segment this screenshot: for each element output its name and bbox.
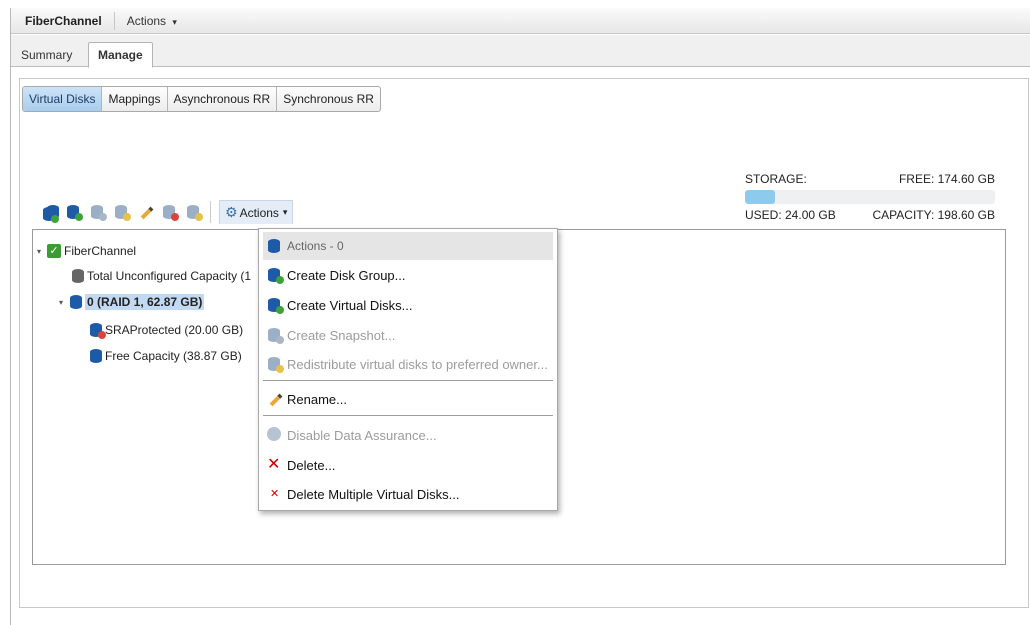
menu-create-snapshot[interactable]: Create Snapshot... [263, 321, 553, 349]
page-tabs: Summary Manage [11, 35, 1030, 68]
menu-label: Redistribute virtual disks to preferred … [287, 356, 548, 372]
pencil-icon [267, 391, 285, 407]
storage-used: USED: 24.00 GB [745, 208, 836, 222]
disable-data-assurance-icon [267, 427, 285, 443]
tree-label-root: FiberChannel [64, 244, 137, 258]
menu-create-virtual-disks[interactable]: Create Virtual Disks... [263, 291, 553, 319]
create-virtual-disks-icon[interactable] [66, 204, 83, 221]
sub-tabs: Virtual Disks Mappings Asynchronous RR S… [22, 86, 381, 112]
tree-node-free-capacity[interactable]: Free Capacity (38.87 GB) [89, 348, 242, 364]
tab-synchronous-rr[interactable]: Synchronous RR [277, 87, 380, 111]
menu-separator [263, 380, 553, 381]
disable-data-assurance-icon[interactable] [162, 204, 179, 221]
menu-label: Create Virtual Disks... [287, 297, 413, 313]
menu-rename[interactable]: Rename... [263, 385, 553, 413]
create-snapshot-icon [267, 327, 285, 344]
create-disk-group-icon [267, 267, 285, 284]
tab-manage[interactable]: Manage [88, 42, 153, 68]
storage-gauge [745, 190, 995, 204]
storage-gauge-fill [745, 190, 776, 204]
tree-node-virtual-disk[interactable]: SRAProtected (20.00 GB) [89, 322, 244, 339]
disk-group-icon [69, 294, 83, 310]
tree-label-unconfigured: Total Unconfigured Capacity (1 [87, 269, 252, 283]
delete-multiple-icon [267, 486, 285, 502]
create-snapshot-icon[interactable] [90, 204, 107, 221]
delete-icon[interactable] [186, 204, 203, 221]
tree-label-free-capacity: Free Capacity (38.87 GB) [105, 349, 242, 363]
storage-summary: STORAGE: FREE: 174.60 GB USED: 24.00 GB … [745, 172, 995, 222]
virtual-disk-icon [89, 322, 106, 339]
actions-dropdown-menu: Actions - 0 Create Disk Group... Create … [258, 228, 558, 511]
toolbar-actions-button[interactable]: ⚙ Actions ▾ [219, 200, 294, 224]
virtual-disks-toolbar: ⚙ Actions ▾ [42, 198, 294, 226]
title-bar: FiberChannel Actions ▾ [11, 8, 1030, 34]
menu-delete-multiple[interactable]: Delete Multiple Virtual Disks... [263, 480, 553, 508]
tree-node-unconfigured[interactable]: Total Unconfigured Capacity (1 [71, 268, 251, 284]
toolbar-actions-label: Actions [239, 205, 279, 220]
tree-node-disk-group[interactable]: ▾ 0 (RAID 1, 62.87 GB) [59, 294, 205, 310]
expand-icon[interactable]: ▾ [59, 298, 69, 307]
storage-free: FREE: 174.60 GB [898, 172, 995, 186]
title-actions-label: Actions [126, 13, 167, 28]
menu-separator [263, 415, 553, 416]
menu-disable-data-assurance[interactable]: Disable Data Assurance... [263, 421, 553, 449]
menu-header: Actions - 0 [263, 232, 553, 260]
chevron-down-icon: ▾ [172, 16, 177, 27]
toolbar-separator [210, 201, 211, 223]
menu-create-disk-group[interactable]: Create Disk Group... [263, 261, 553, 289]
menu-label: Disable Data Assurance... [287, 427, 437, 443]
rename-icon[interactable] [138, 204, 154, 220]
tab-mappings[interactable]: Mappings [102, 87, 168, 111]
menu-label: Rename... [287, 391, 347, 407]
storage-capacity: CAPACITY: 198.60 GB [872, 208, 995, 222]
menu-label: Create Snapshot... [287, 327, 396, 343]
tab-asynchronous-rr[interactable]: Asynchronous RR [168, 87, 278, 111]
create-virtual-disks-icon [267, 297, 285, 314]
expand-icon[interactable]: ▾ [37, 247, 47, 256]
free-capacity-icon [89, 348, 103, 364]
title-actions-menu[interactable]: Actions ▾ [115, 14, 177, 28]
tree-node-fiberchannel[interactable]: ▾ ✓ FiberChannel [37, 244, 136, 258]
tab-summary[interactable]: Summary [13, 44, 80, 68]
tree-label-disk-group: 0 (RAID 1, 62.87 GB) [85, 294, 205, 310]
menu-delete[interactable]: ✕ Delete... [263, 451, 553, 479]
chevron-down-icon: ▾ [282, 207, 288, 217]
disk-group-icon [267, 238, 285, 254]
tab-virtual-disks[interactable]: Virtual Disks [23, 87, 103, 111]
create-disk-group-icon[interactable] [42, 204, 59, 223]
database-icon [71, 268, 85, 284]
redistribute-icon[interactable] [114, 204, 131, 221]
object-title: FiberChannel [25, 13, 102, 28]
menu-label: Create Disk Group... [287, 267, 406, 283]
check-icon: ✓ [47, 244, 61, 258]
storage-label: STORAGE: [745, 172, 807, 186]
menu-header-label: Actions - 0 [287, 239, 344, 253]
gear-icon: ⚙ [225, 204, 238, 220]
menu-redistribute[interactable]: Redistribute virtual disks to preferred … [263, 350, 553, 378]
menu-label: Delete... [287, 457, 336, 473]
menu-label: Delete Multiple Virtual Disks... [287, 486, 460, 502]
redistribute-icon [267, 356, 285, 373]
tree-label-virtual-disk: SRAProtected (20.00 GB) [105, 323, 244, 337]
delete-x-icon: ✕ [267, 456, 281, 473]
